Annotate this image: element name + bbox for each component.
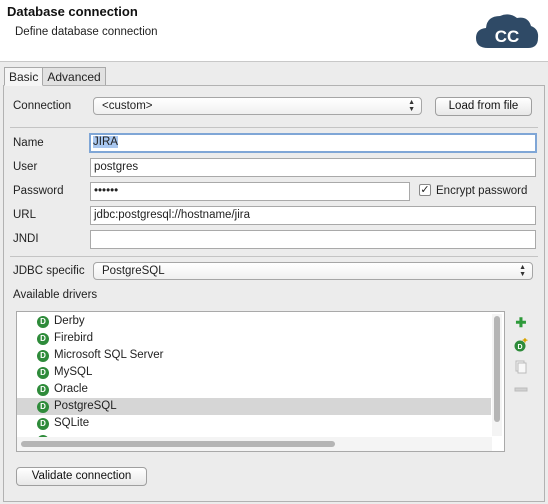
driver-icon: D <box>37 401 49 413</box>
svg-text:D: D <box>517 344 522 351</box>
list-item[interactable]: D Firebird <box>17 330 491 347</box>
tab-basic[interactable]: Basic <box>4 67 44 86</box>
driver-name: MySQL <box>54 366 93 378</box>
driver-name: Firebird <box>54 332 93 344</box>
load-from-file-button[interactable]: Load from file <box>435 97 532 116</box>
url-field[interactable]: jdbc:postgresql://hostname/jira <box>90 206 536 225</box>
remove-driver-icon[interactable] <box>514 382 528 396</box>
scrollbar-thumb[interactable] <box>494 316 500 422</box>
connection-label: Connection <box>13 100 72 112</box>
copy-driver-icon[interactable] <box>514 360 528 374</box>
jndi-label: JNDI <box>13 233 39 245</box>
tab-bar: Basic Advanced <box>4 67 106 86</box>
list-item[interactable]: D Microsoft SQL Server <box>17 347 491 364</box>
driver-icon: D <box>37 333 49 345</box>
name-field[interactable]: JIRA <box>89 133 537 153</box>
url-label: URL <box>13 209 37 221</box>
connection-select[interactable]: <custom> ▲ ▼ <box>93 97 422 115</box>
driver-name: SQLite <box>54 417 90 429</box>
user-label: User <box>13 161 38 173</box>
list-item[interactable]: D MySQL <box>17 364 491 381</box>
dialog-subtitle: Define database connection <box>15 26 158 38</box>
dialog-header: Database connection Define database conn… <box>0 0 548 62</box>
logo-text: CC <box>495 27 520 46</box>
divider <box>10 256 538 257</box>
select-arrows-icon: ▲ ▼ <box>408 99 415 113</box>
select-arrows-icon: ▲ ▼ <box>519 264 526 278</box>
jdbc-specific-value: PostgreSQL <box>102 265 165 277</box>
password-field[interactable]: •••••• <box>90 182 410 201</box>
drivers-list[interactable]: D Derby D Firebird D Microsoft SQL Server D… <box>16 311 505 452</box>
tab-advanced[interactable]: Advanced <box>42 67 106 86</box>
driver-icon: D <box>37 384 49 396</box>
jndi-field[interactable] <box>90 230 536 249</box>
add-driver-icon[interactable]: ✚ <box>514 316 528 330</box>
jdbc-specific-select[interactable]: PostgreSQL ▲ ▼ <box>93 262 533 280</box>
driver-name: PostgreSQL <box>54 400 117 412</box>
list-item-selected[interactable]: D PostgreSQL <box>17 398 491 415</box>
new-driver-icon[interactable]: D ✦ <box>514 336 529 352</box>
password-label: Password <box>13 185 64 197</box>
horizontal-scrollbar[interactable] <box>17 437 492 451</box>
name-label: Name <box>13 137 44 149</box>
name-value: JIRA <box>93 136 118 148</box>
scrollbar-thumb[interactable] <box>21 441 335 447</box>
list-item[interactable]: D Oracle <box>17 381 491 398</box>
driver-name: Microsoft SQL Server <box>54 349 164 361</box>
driver-icon: D <box>37 350 49 362</box>
driver-icon: D <box>37 367 49 379</box>
driver-icon: D <box>37 316 49 328</box>
dialog-title: Database connection <box>7 4 138 19</box>
driver-name: Derby <box>54 315 85 327</box>
encrypt-password-checkbox[interactable]: ✓ <box>419 184 431 196</box>
encrypt-password-label: Encrypt password <box>436 185 528 197</box>
connection-value: <custom> <box>102 100 153 112</box>
validate-connection-button[interactable]: Validate connection <box>16 467 147 486</box>
user-field[interactable]: postgres <box>90 158 536 177</box>
list-item[interactable]: D Derby <box>17 313 491 330</box>
svg-text:✦: ✦ <box>522 338 528 345</box>
driver-icon: D <box>37 418 49 430</box>
list-item[interactable]: D SQLite <box>17 415 491 432</box>
driver-name: Oracle <box>54 383 88 395</box>
available-drivers-label: Available drivers <box>13 289 98 301</box>
jdbc-specific-label: JDBC specific <box>13 265 85 277</box>
cloverdx-logo-icon: CC <box>476 14 539 48</box>
divider <box>10 127 538 128</box>
vertical-scrollbar[interactable] <box>492 314 502 436</box>
